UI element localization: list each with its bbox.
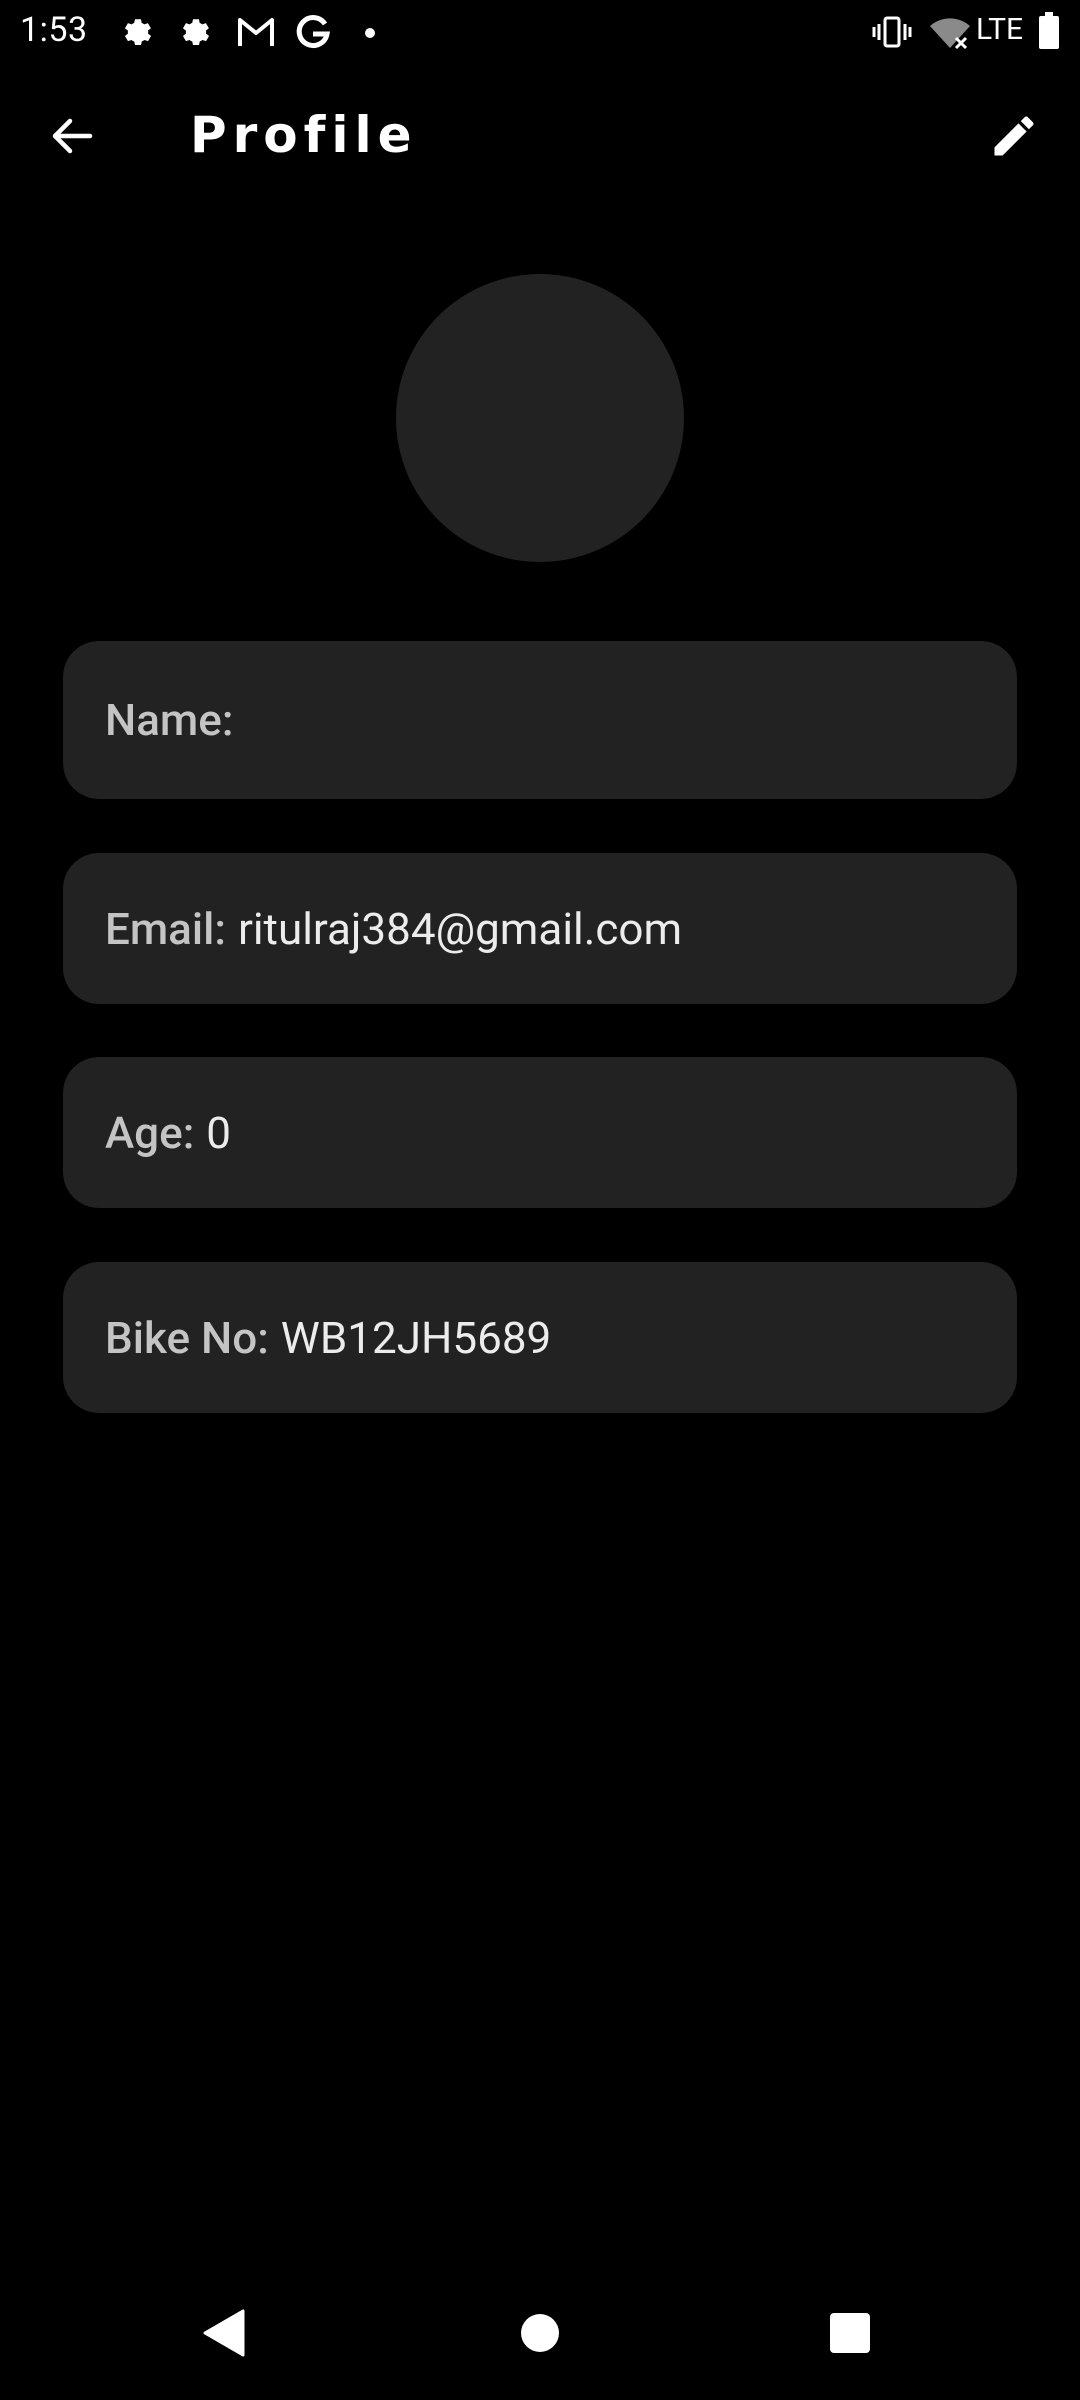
status-bar: 1:53 LTE [0,0,1080,62]
vibrate-icon [872,14,912,54]
name-label: Name: [105,694,234,746]
edit-profile-button[interactable] [978,102,1050,174]
back-button[interactable] [36,102,108,174]
email-label: Email: [105,902,226,955]
age-value: 0 [206,1106,232,1159]
nav-home-button[interactable] [505,2300,575,2370]
settings-icon [178,14,214,54]
age-label: Age: [105,1106,195,1159]
bike-no-value: WB12JH5689 [280,1311,552,1364]
gmail-icon [236,14,276,54]
system-nav-bar [0,2280,1080,2400]
google-icon [294,14,332,54]
nav-recents-button[interactable] [815,2300,885,2370]
back-triangle-icon [203,2309,247,2361]
bike-no-label: Bike No: [105,1311,269,1364]
wifi-off-icon [928,14,972,56]
status-time: 1:53 [20,10,88,50]
nav-back-button[interactable] [190,2300,260,2370]
pencil-icon [988,110,1040,166]
age-card: Age: 0 [63,1057,1017,1208]
page-title: Profile [190,106,418,164]
bike-no-card: Bike No: WB12JH5689 [63,1262,1017,1413]
network-type: LTE [976,12,1024,47]
name-card: Name: [63,641,1017,799]
email-card: Email: ritulraj384@gmail.com [63,853,1017,1004]
avatar [396,274,684,562]
battery-icon [1038,12,1060,54]
recents-square-icon [829,2312,871,2358]
dot-icon [364,24,376,43]
app-bar: Profile [0,86,1080,186]
arrow-back-icon [48,112,96,164]
settings-icon [120,14,156,54]
home-circle-icon [520,2313,560,2357]
email-value: ritulraj384@gmail.com [237,902,683,955]
